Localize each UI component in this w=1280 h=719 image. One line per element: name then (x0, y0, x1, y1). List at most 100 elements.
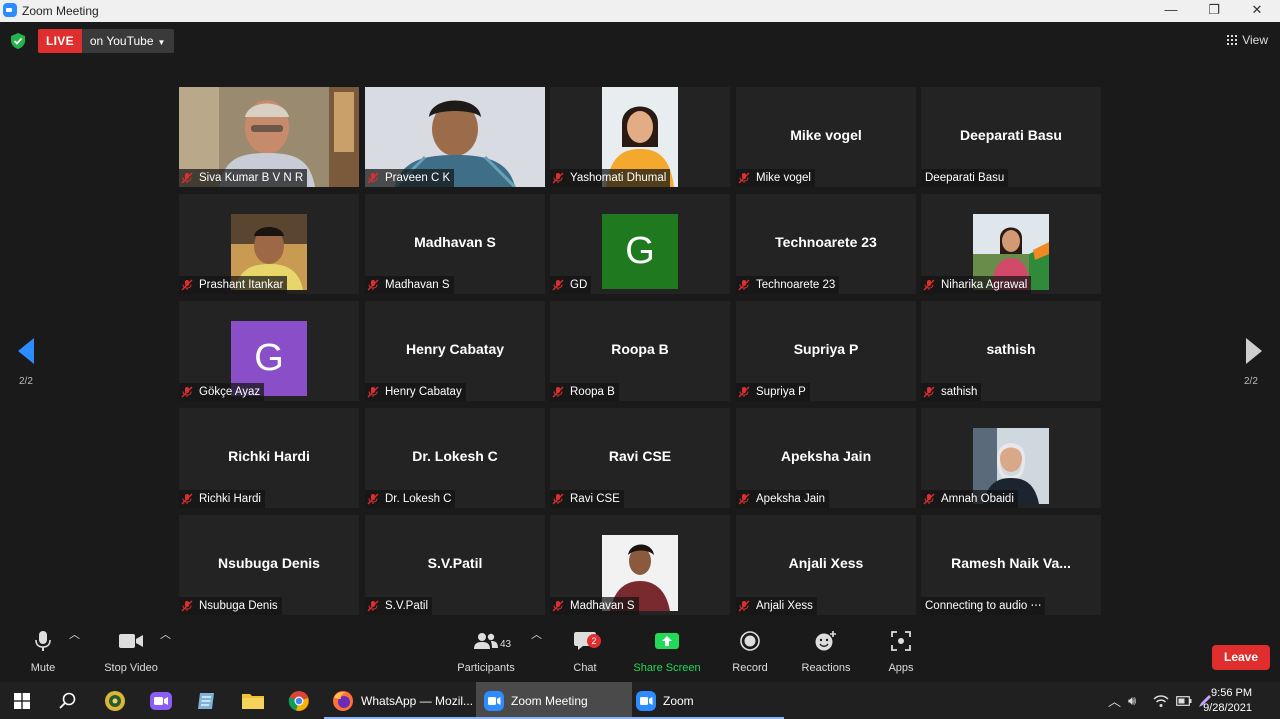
chat-button[interactable]: 2 Chat (565, 626, 605, 682)
muted-microphone-icon (738, 279, 750, 291)
participant-tile[interactable]: Siva Kumar B V N R (179, 87, 359, 187)
participant-name: S.V.Patil (385, 600, 429, 612)
participants-button[interactable]: 43 Participants (454, 626, 518, 682)
apps-label: Apps (888, 662, 914, 674)
participant-tile[interactable]: Ravi CSE Ravi CSE (550, 408, 730, 508)
battery-icon[interactable] (1176, 682, 1192, 719)
participant-name-tag: Apeksha Jain (736, 490, 830, 508)
participant-tile[interactable]: sathish sathish (921, 301, 1101, 401)
muted-microphone-icon (367, 279, 379, 291)
restore-button[interactable]: ❐ (1193, 0, 1235, 22)
participant-tile[interactable]: Roopa B Roopa B (550, 301, 730, 401)
participant-tile[interactable]: Ramesh Naik Va... Connecting to audio ⋅⋅⋅ (921, 515, 1101, 615)
participant-tile[interactable]: Dr. Lokesh C Dr. Lokesh C (365, 408, 545, 508)
participant-display-name: Technoarete 23 (775, 234, 877, 250)
participant-tile[interactable]: Nsubuga Denis Nsubuga Denis (179, 515, 359, 615)
participant-tile[interactable]: Technoarete 23 Technoarete 23 (736, 194, 916, 294)
reactions-button[interactable]: Reactions (800, 626, 852, 682)
taskbar-app-label: Zoom Meeting (511, 693, 588, 708)
participant-name: Niharika Agrawal (941, 279, 1028, 291)
share-screen-label: Share Screen (633, 662, 701, 674)
participant-tile[interactable]: Supriya P Supriya P (736, 301, 916, 401)
participants-count: 43 (500, 639, 512, 650)
participant-tile[interactable]: Amnah Obaidi (921, 408, 1101, 508)
participant-tile[interactable]: Prashant Itankar (179, 194, 359, 294)
leave-button[interactable]: Leave (1212, 645, 1270, 670)
participant-tile[interactable]: Henry Cabatay Henry Cabatay (365, 301, 545, 401)
apps-button[interactable]: Apps (884, 626, 918, 682)
participant-name: Anjali Xess (756, 600, 813, 612)
participant-name-tag: Prashant Itankar (179, 276, 288, 294)
participant-name-tag: Anjali Xess (736, 597, 817, 615)
muted-microphone-icon (367, 386, 379, 398)
participant-name: Richki Hardi (199, 493, 261, 505)
participant-tile[interactable]: G GD (550, 194, 730, 294)
muted-microphone-icon (552, 600, 564, 612)
participant-name: Yashomati Dhumal (570, 172, 667, 184)
participant-tile[interactable]: Richki Hardi Richki Hardi (179, 408, 359, 508)
wifi-icon[interactable] (1153, 682, 1169, 719)
participant-name-tag: Nsubuga Denis (179, 597, 282, 615)
previous-page-arrow-icon[interactable] (18, 338, 34, 364)
participant-tile[interactable]: Anjali Xess Anjali Xess (736, 515, 916, 615)
participant-display-name: Deeparati Basu (960, 127, 1062, 143)
participant-name-tag: Gökçe Ayaz (179, 383, 265, 401)
mute-button[interactable]: Mute (20, 626, 66, 682)
muted-microphone-icon (738, 386, 750, 398)
participant-tile[interactable]: Madhavan S Madhavan S (365, 194, 545, 294)
participant-name: Amnah Obaidi (941, 493, 1014, 505)
next-page-arrow-icon[interactable] (1246, 338, 1262, 364)
taskbar-app-zoom-meeting[interactable]: Zoom Meeting (476, 682, 632, 719)
participant-tile[interactable]: Madhavan S (550, 515, 730, 615)
chrome-browser-icon[interactable] (287, 689, 311, 713)
video-app-icon[interactable] (149, 689, 173, 713)
participant-tile[interactable]: Niharika Agrawal (921, 194, 1101, 294)
participant-tile[interactable]: G Gökçe Ayaz (179, 301, 359, 401)
video-options-chevron-icon[interactable]: ︿ (160, 626, 171, 682)
audio-options-chevron-icon[interactable]: ︿ (69, 626, 80, 682)
participant-name: Supriya P (756, 386, 806, 398)
participant-name: Dr. Lokesh C (385, 493, 452, 505)
security-shield-icon[interactable] (11, 33, 25, 49)
notes-app-icon[interactable] (195, 689, 219, 713)
participant-initial-avatar: G (602, 214, 678, 289)
muted-microphone-icon (181, 493, 193, 505)
view-button[interactable]: View (1227, 33, 1268, 47)
muted-microphone-icon (367, 493, 379, 505)
participants-options-chevron-icon[interactable]: ︿ (531, 626, 542, 682)
participant-tile[interactable]: Mike vogel Mike vogel (736, 87, 916, 187)
emblem-app-icon[interactable] (103, 689, 127, 713)
stop-video-button[interactable]: Stop Video (100, 626, 162, 682)
participant-name-tag: Siva Kumar B V N R (179, 169, 308, 187)
show-hidden-icons-chevron-icon[interactable]: ︿ (1108, 682, 1121, 719)
participant-tile[interactable]: Deeparati Basu Deeparati Basu (921, 87, 1101, 187)
volume-icon[interactable]: 🔊︎ (1128, 682, 1136, 719)
record-button[interactable]: Record (730, 626, 770, 682)
muted-microphone-icon (367, 600, 379, 612)
share-screen-button[interactable]: Share Screen (632, 626, 702, 682)
participant-tile[interactable]: Apeksha Jain Apeksha Jain (736, 408, 916, 508)
participant-tile[interactable]: Yashomati Dhumal (550, 87, 730, 187)
minimize-button[interactable]: — (1150, 0, 1192, 22)
search-icon[interactable] (56, 689, 80, 713)
live-stream-indicator[interactable]: LIVE on YouTube ▼ (38, 29, 175, 53)
participant-tile[interactable]: Praveen C K (365, 87, 545, 187)
taskbar-app-label: Zoom (663, 693, 694, 708)
participant-display-name: Ravi CSE (608, 448, 672, 464)
smiley-reactions-icon (815, 631, 836, 651)
close-button[interactable]: ✕ (1236, 0, 1278, 22)
participant-name: Madhavan S (570, 600, 635, 612)
live-badge: LIVE (38, 29, 82, 53)
taskbar-app-whatsapp-firefox[interactable]: WhatsApp — Mozil... (324, 682, 476, 719)
participant-tile[interactable]: S.V.Patil S.V.Patil (365, 515, 545, 615)
windows-start-icon[interactable] (10, 689, 34, 713)
participant-name-tag: Dr. Lokesh C (365, 490, 456, 508)
system-clock[interactable]: 9:56 PM 9/28/2021 (1203, 686, 1252, 716)
stream-target[interactable]: on YouTube ▼ (81, 29, 175, 53)
participant-name: GD (570, 279, 588, 291)
file-explorer-folder-icon[interactable] (241, 689, 265, 713)
clock-time: 9:56 PM (1211, 687, 1252, 699)
taskbar-app-zoom[interactable]: Zoom (628, 682, 784, 719)
muted-microphone-icon (552, 172, 564, 184)
chat-unread-badge: 2 (587, 634, 601, 648)
